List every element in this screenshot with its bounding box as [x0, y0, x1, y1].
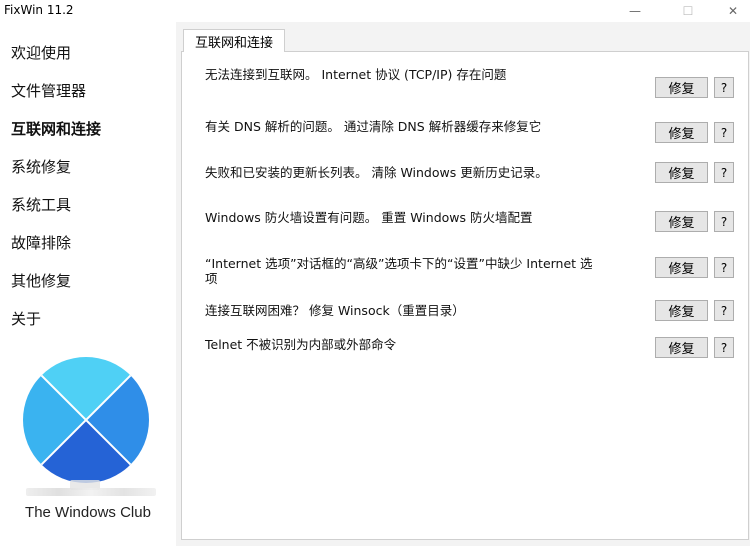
fix-description: 无法连接到互联网。 Internet 协议 (TCP/IP) 存在问题 — [205, 67, 507, 82]
window-title: FixWin 11.2 — [4, 3, 74, 17]
brand-label: The Windows Club — [25, 504, 151, 521]
sidebar-item-troubleshooters[interactable]: 故障排除 — [11, 232, 71, 253]
fix-button[interactable]: 修复 — [655, 257, 708, 278]
help-button[interactable]: ? — [714, 337, 734, 358]
fix-description: “Internet 选项”对话框的“高级”选项卡下的“设置”中缺少 Intern… — [205, 256, 593, 286]
fix-button[interactable]: 修复 — [655, 122, 708, 143]
maximize-button[interactable]: ☐ — [665, 0, 711, 22]
sidebar-item-welcome[interactable]: 欢迎使用 — [11, 42, 71, 63]
title-bar: FixWin 11.2 — ☐ ✕ — [0, 0, 750, 22]
fix-description: 失败和已安装的更新长列表。 清除 Windows 更新历史记录。 — [205, 165, 548, 180]
fix-description: 有关 DNS 解析的问题。 通过清除 DNS 解析器缓存来修复它 — [205, 119, 542, 134]
fix-button[interactable]: 修复 — [655, 300, 708, 321]
fix-description: Telnet 不被识别为内部或外部命令 — [205, 337, 397, 352]
logo-base — [26, 488, 156, 496]
fix-button[interactable]: 修复 — [655, 162, 708, 183]
help-button[interactable]: ? — [714, 162, 734, 183]
minimize-button[interactable]: — — [612, 0, 658, 22]
sidebar-item-file-explorer[interactable]: 文件管理器 — [11, 80, 86, 101]
sidebar-item-about[interactable]: 关于 — [11, 308, 41, 329]
tab-internet-connectivity[interactable]: 互联网和连接 — [183, 29, 285, 52]
fix-button[interactable]: 修复 — [655, 337, 708, 358]
help-button[interactable]: ? — [714, 77, 734, 98]
sidebar-item-system-repair[interactable]: 系统修复 — [11, 156, 71, 177]
fix-button[interactable]: 修复 — [655, 211, 708, 232]
close-button[interactable]: ✕ — [710, 0, 750, 22]
help-button[interactable]: ? — [714, 122, 734, 143]
fix-description: Windows 防火墙设置有问题。 重置 Windows 防火墙配置 — [205, 210, 533, 225]
sidebar-item-internet-connectivity[interactable]: 互联网和连接 — [11, 118, 101, 139]
help-button[interactable]: ? — [714, 257, 734, 278]
windows-club-logo-icon — [23, 357, 149, 483]
fix-description: 连接互联网困难？ 修复 Winsock（重置目录） — [205, 303, 465, 318]
sidebar-item-system-tools[interactable]: 系统工具 — [11, 194, 71, 215]
fix-button[interactable]: 修复 — [655, 77, 708, 98]
help-button[interactable]: ? — [714, 211, 734, 232]
sidebar-item-additional-fixes[interactable]: 其他修复 — [11, 270, 71, 291]
help-button[interactable]: ? — [714, 300, 734, 321]
